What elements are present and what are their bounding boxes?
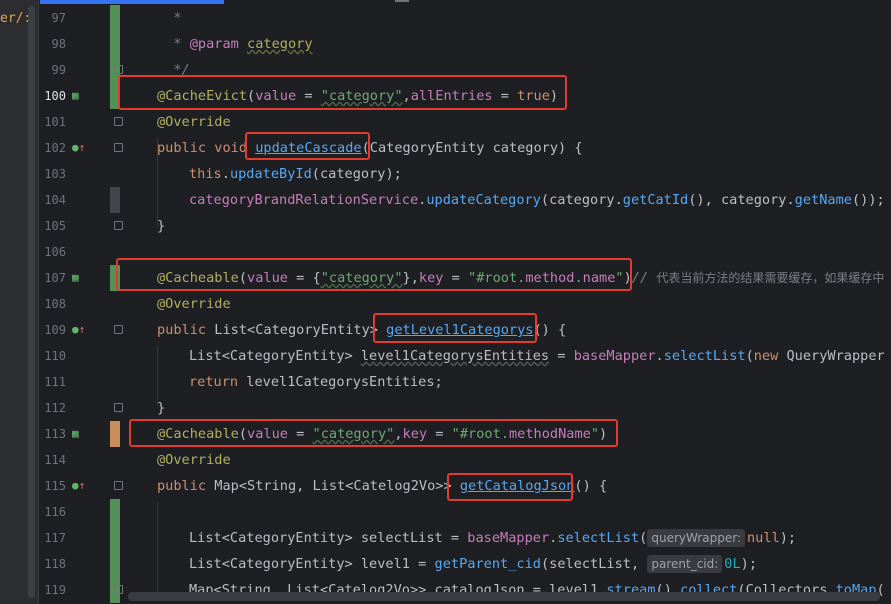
code-text: */ <box>173 62 190 78</box>
horizontal-scrollbar[interactable] <box>128 592 880 601</box>
parameter-hint: queryWrapper: <box>647 529 745 547</box>
line-number: 118 <box>44 557 66 571</box>
code-text: List<CategoryEntity> level1 = getParent_… <box>189 555 758 573</box>
line-number: 113 <box>44 427 66 441</box>
code-text: } <box>157 400 166 416</box>
cache-bean-icon[interactable]: ▦ <box>72 90 88 102</box>
override-method-icon[interactable]: ●↑ <box>72 142 88 154</box>
fold-marker-icon[interactable] <box>114 403 123 412</box>
code-text: @Cacheable(value = {"category"},key = "#… <box>157 270 891 286</box>
code-line: 106 <box>0 239 891 265</box>
code-text: @Cacheable(value = "category",key = "#ro… <box>157 426 608 442</box>
fold-marker-icon[interactable] <box>114 481 123 490</box>
code-text: return level1CategorysEntities; <box>189 374 443 390</box>
code-line: 110 List<CategoryEntity> level1Categorys… <box>0 343 891 369</box>
fold-marker-icon[interactable] <box>114 585 123 594</box>
code-text: public void updateCascade(CategoryEntity… <box>157 140 583 156</box>
vcs-added-marker <box>110 5 120 31</box>
vcs-modified-marker <box>110 187 120 213</box>
line-number: 116 <box>44 505 66 519</box>
line-number: 108 <box>44 297 66 311</box>
override-method-icon[interactable]: ●↑ <box>72 324 88 336</box>
code-text: @Override <box>157 452 231 468</box>
line-number: 107 <box>44 271 66 285</box>
code-line: 101 @Override <box>0 109 891 135</box>
line-number: 98 <box>51 37 66 51</box>
code-line: 100 ▦ @CacheEvict(value = "category",all… <box>0 83 891 109</box>
line-number: 101 <box>44 115 66 129</box>
code-line: 98 * @param category <box>0 31 891 57</box>
line-number: 106 <box>44 245 66 259</box>
cache-bean-icon[interactable]: ▦ <box>72 272 88 284</box>
code-text: * @param category <box>173 36 313 52</box>
code-text: } <box>157 218 166 234</box>
code-line: 114 @Override <box>0 447 891 473</box>
vcs-changed-marker <box>110 421 120 447</box>
fold-marker-icon[interactable] <box>114 117 123 126</box>
line-number: 105 <box>44 219 66 233</box>
vcs-added-marker <box>110 83 120 109</box>
line-number: 115 <box>44 479 66 493</box>
line-number: 103 <box>44 167 66 181</box>
code-text: List<CategoryEntity> selectList = baseMa… <box>189 529 797 547</box>
code-line: 103 this.updateById(category); <box>0 161 891 187</box>
code-line: 99 */ <box>0 57 891 83</box>
fold-marker-icon[interactable] <box>114 221 123 230</box>
code-line: 107 ▦ @Cacheable(value = {"category"},ke… <box>0 265 891 291</box>
line-number: 112 <box>44 401 66 415</box>
line-number: 97 <box>51 11 66 25</box>
line-number: 119 <box>44 583 66 597</box>
code-line: 115 ●↑ public Map<String, List<Catelog2V… <box>0 473 891 499</box>
vcs-added-marker <box>110 499 120 525</box>
code-text: List<CategoryEntity> level1CategorysEnti… <box>189 348 891 364</box>
line-number: 110 <box>44 349 66 363</box>
vcs-added-marker <box>110 551 120 577</box>
line-number: 109 <box>44 323 66 337</box>
code-line: 116 <box>0 499 891 525</box>
code-line: 113 ▦ @Cacheable(value = "category",key … <box>0 421 891 447</box>
line-number: 102 <box>44 141 66 155</box>
code-text: * <box>173 10 182 26</box>
code-line: 112 } <box>0 395 891 421</box>
override-method-icon[interactable]: ●↑ <box>72 480 88 492</box>
vcs-added-marker <box>110 265 120 291</box>
vcs-added-marker <box>110 525 120 551</box>
code-line: 104 categoryBrandRelationService.updateC… <box>0 187 891 213</box>
code-line: 102 ●↑ public void updateCascade(Categor… <box>0 135 891 161</box>
code-text: @Override <box>157 296 231 312</box>
fold-marker-icon[interactable] <box>114 325 123 334</box>
vertical-scrollbar[interactable] <box>884 0 891 604</box>
code-line: 109 ●↑ public List<CategoryEntity> getLe… <box>0 317 891 343</box>
code-line: 118 List<CategoryEntity> level1 = getPar… <box>0 551 891 577</box>
vcs-added-marker <box>110 31 120 57</box>
line-number: 111 <box>44 375 66 389</box>
code-text: public Map<String, List<Catelog2Vo>> get… <box>157 478 608 494</box>
line-number: 117 <box>44 531 66 545</box>
code-line: 97 * <box>0 5 891 31</box>
fold-marker-icon[interactable] <box>114 143 123 152</box>
line-number: 114 <box>44 453 66 467</box>
code-text: categoryBrandRelationService.updateCateg… <box>189 192 885 208</box>
code-line: 108 @Override <box>0 291 891 317</box>
line-number: 104 <box>44 193 66 207</box>
code-line: 117 List<CategoryEntity> selectList = ba… <box>0 525 891 551</box>
tab-indicator-secondary <box>395 0 409 2</box>
active-tab-indicator <box>40 0 224 4</box>
line-number: 99 <box>51 63 66 77</box>
code-text: this.updateById(category); <box>189 166 402 182</box>
fold-marker-icon[interactable] <box>114 65 123 74</box>
code-text: @CacheEvict(value = "category",allEntrie… <box>157 88 559 104</box>
code-line: 105 } <box>0 213 891 239</box>
line-number: 100 <box>44 89 66 103</box>
code-text: public List<CategoryEntity> getLevel1Cat… <box>157 322 567 338</box>
parameter-hint: parent_cid: <box>647 555 723 573</box>
code-text: @Override <box>157 114 231 130</box>
cache-bean-icon[interactable]: ▦ <box>72 428 88 440</box>
code-line: 111 return level1CategorysEntities; <box>0 369 891 395</box>
